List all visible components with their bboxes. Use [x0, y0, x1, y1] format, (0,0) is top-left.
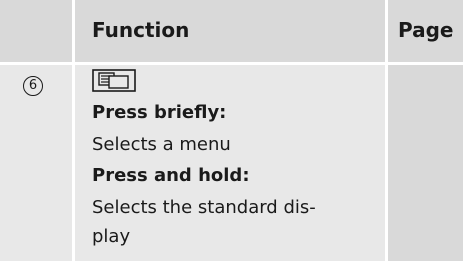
press-hold-label: Press and hold:	[92, 165, 250, 186]
header-divider	[72, 0, 75, 62]
press-briefly-description: Selects a menu	[92, 134, 231, 155]
press-hold-description-line2: play	[92, 226, 131, 247]
function-column-header: Function	[92, 18, 190, 42]
table-row: 6 Press briefly: Selects a menu Press an…	[0, 65, 463, 261]
page-cell	[388, 65, 463, 261]
table-header-row: Function Page	[0, 0, 463, 62]
header-divider	[385, 0, 388, 62]
page-column-header: Page	[398, 18, 454, 42]
press-briefly-label: Press briefly:	[92, 102, 227, 123]
function-table: Function Page 6 Press briefly: Selects a…	[0, 0, 463, 261]
index-cell: 6	[0, 65, 72, 261]
display-button-icon	[92, 69, 136, 92]
row-number-badge: 6	[23, 76, 43, 96]
press-hold-description-line1: Selects the standard dis-	[92, 197, 316, 218]
